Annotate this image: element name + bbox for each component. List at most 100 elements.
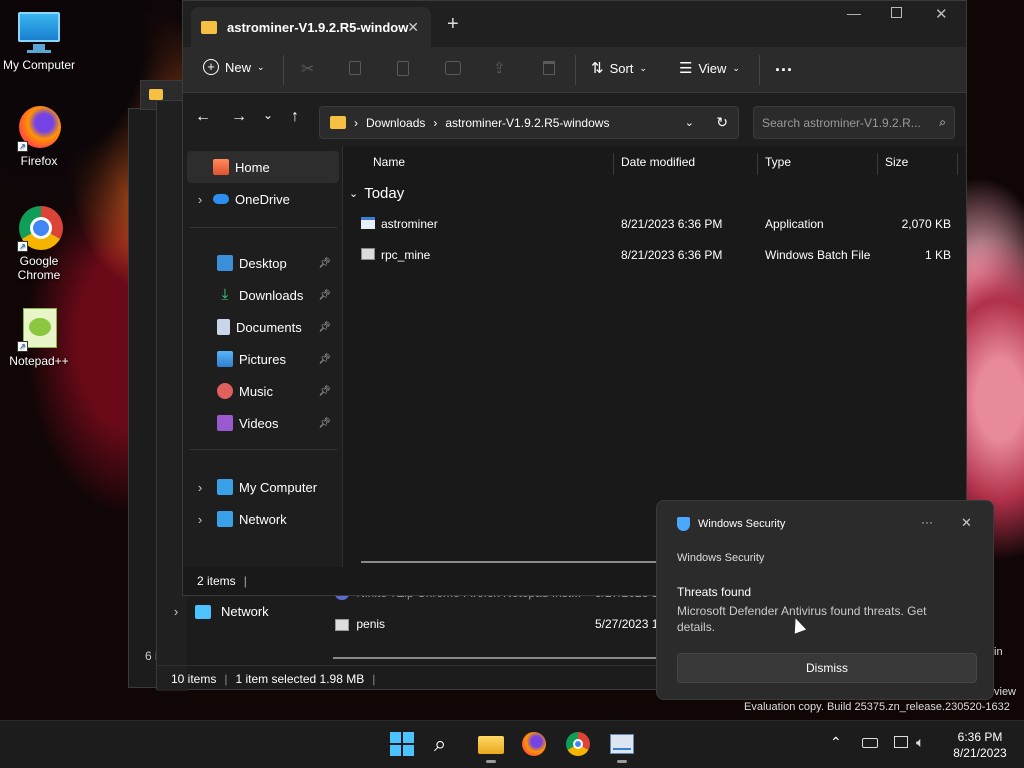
pin-icon[interactable]: 📌︎ xyxy=(318,290,331,301)
firefox-taskbar-icon[interactable] xyxy=(522,732,546,756)
sidebar-item-label: Network xyxy=(221,604,269,619)
file-explorer-taskbar-icon[interactable] xyxy=(478,732,504,763)
minimize-button[interactable]: — xyxy=(847,5,861,21)
address-bar[interactable]: › Downloads › astrominer-V1.9.2.R5-windo… xyxy=(319,106,739,139)
column-header-date-modified[interactable]: Date modified xyxy=(621,147,695,177)
navigation-row: ← → ⌄ ↑ › Downloads › astrominer-V1.9.2.… xyxy=(183,93,966,147)
new-tab-button[interactable]: + xyxy=(447,13,459,36)
view-button[interactable]: ☰ View ⌄ xyxy=(679,59,740,77)
maximize-button[interactable] xyxy=(891,7,902,18)
rename-icon[interactable] xyxy=(445,61,461,75)
pin-icon[interactable]: 📌︎ xyxy=(318,418,331,429)
copy-icon[interactable] xyxy=(349,61,361,75)
sidebar-item-network[interactable]: › Network xyxy=(167,604,269,619)
search-icon[interactable]: ⌕ xyxy=(434,732,458,756)
more-options-button[interactable]: ... xyxy=(775,55,793,76)
security-notification[interactable]: Windows Security ··· ✕ Windows Security … xyxy=(656,500,994,700)
task-manager-taskbar-icon[interactable] xyxy=(610,732,634,763)
horizontal-scrollbar[interactable] xyxy=(361,561,671,563)
show-hidden-icons-chevron[interactable]: ⌃ xyxy=(830,734,842,751)
pictures-icon xyxy=(217,351,233,367)
sidebar-item-onedrive[interactable]: › OneDrive xyxy=(191,183,339,215)
sidebar-item-documents[interactable]: Documents 📌︎ xyxy=(217,311,339,343)
back-arrow-icon[interactable]: ← xyxy=(195,108,211,126)
cut-icon[interactable]: ✂ xyxy=(301,59,314,79)
clock[interactable]: 6:36 PM 8/21/2023 xyxy=(944,729,1016,761)
file-date: 8/21/2023 6:36 PM xyxy=(621,248,723,262)
up-arrow-icon[interactable]: ↑ xyxy=(291,108,299,126)
recent-locations-chevron-icon[interactable]: ⌄ xyxy=(263,108,273,122)
sidebar-item-pictures[interactable]: Pictures 📌︎ xyxy=(217,343,339,375)
notification-close-icon[interactable]: ✕ xyxy=(961,515,972,531)
notification-app-name: Windows Security xyxy=(698,518,786,530)
desktop-icon-notepadpp[interactable]: ↗ Notepad++ xyxy=(1,304,77,368)
sidebar-item-label: Desktop xyxy=(239,255,287,271)
chevron-right-icon[interactable]: › xyxy=(191,512,209,527)
close-tab-icon[interactable]: ✕ xyxy=(407,19,419,36)
computer-icon xyxy=(15,8,63,56)
breadcrumb-chevron-icon: › xyxy=(433,115,438,130)
forward-arrow-icon[interactable]: → xyxy=(231,108,247,126)
desktop-icon-label: Google Chrome xyxy=(17,254,61,282)
desktop-icon-my-computer[interactable]: My Computer xyxy=(1,8,77,72)
pin-icon[interactable]: 📌︎ xyxy=(318,386,331,397)
horizontal-scrollbar[interactable] xyxy=(333,657,663,659)
sidebar-item-music[interactable]: Music 📌︎ xyxy=(217,375,339,407)
desktop-icon-firefox[interactable]: ↗ Firefox xyxy=(1,104,77,168)
notification-more-button[interactable]: ··· xyxy=(921,515,933,529)
new-button[interactable]: + New ⌄ xyxy=(203,59,265,75)
sidebar-item-label: Downloads xyxy=(239,287,304,303)
desktop-icon-label: Notepad++ xyxy=(9,354,69,368)
table-row[interactable]: rpc_mine 8/21/2023 6:36 PM Windows Batch… xyxy=(343,240,963,270)
paste-icon[interactable] xyxy=(397,61,409,76)
delete-icon[interactable] xyxy=(543,61,555,75)
home-icon xyxy=(213,159,229,175)
network-icon xyxy=(195,604,211,619)
dismiss-button[interactable]: Dismiss xyxy=(677,653,977,683)
tab-current[interactable]: astrominer-V1.9.2.R5-window ✕ xyxy=(191,7,431,47)
network-offline-icon[interactable] xyxy=(862,738,878,748)
desktop-icon-label: My Computer xyxy=(2,58,76,72)
folder-icon xyxy=(330,116,346,129)
table-row[interactable]: astrominer 8/21/2023 6:36 PM Application… xyxy=(343,209,963,239)
chevron-right-icon[interactable]: › xyxy=(191,480,209,495)
column-header-type[interactable]: Type xyxy=(765,147,791,177)
column-header-name[interactable]: Name xyxy=(373,147,405,177)
sidebar-item-videos[interactable]: Videos 📌︎ xyxy=(217,407,339,439)
refresh-icon[interactable]: ↻ xyxy=(716,114,728,131)
sidebar-item-home[interactable]: Home xyxy=(187,151,339,183)
sort-icon: ⇅ xyxy=(591,60,604,77)
list-item[interactable]: penis 5/27/2023 1 xyxy=(335,617,675,631)
address-dropdown-icon[interactable]: ⌄ xyxy=(685,116,694,129)
videos-icon xyxy=(217,415,233,431)
close-window-button[interactable]: ✕ xyxy=(935,5,948,23)
folder-icon xyxy=(201,20,217,34)
sidebar-item-network[interactable]: › Network xyxy=(191,503,339,535)
tab-title: astrominer-V1.9.2.R5-window xyxy=(227,19,409,35)
desktop-icon-chrome[interactable]: ↗ Google Chrome xyxy=(1,204,77,282)
chrome-taskbar-icon[interactable] xyxy=(566,732,590,756)
volume-icon[interactable]: 🔈︎ xyxy=(916,734,924,751)
chevron-down-icon: ⌄ xyxy=(732,62,740,73)
sidebar-item-desktop[interactable]: Desktop 📌︎ xyxy=(217,247,339,279)
music-icon xyxy=(217,383,233,399)
sidebar-item-downloads[interactable]: ⤓ Downloads 📌︎ xyxy=(217,279,339,311)
breadcrumb-current-folder[interactable]: astrominer-V1.9.2.R5-windows xyxy=(445,116,609,130)
documents-icon xyxy=(217,319,230,335)
search-input[interactable]: Search astrominer-V1.9.2.R... ⌕ xyxy=(753,106,955,139)
share-icon[interactable]: ⇪ xyxy=(493,59,506,77)
column-header-size[interactable]: Size xyxy=(885,147,908,177)
pin-icon[interactable]: 📌︎ xyxy=(318,354,331,365)
group-header-today[interactable]: ⌄ Today xyxy=(349,185,404,202)
display-icon[interactable] xyxy=(894,736,908,748)
chevron-right-icon[interactable]: › xyxy=(191,192,209,207)
sidebar-item-my-computer[interactable]: › My Computer xyxy=(191,471,339,503)
notification-body[interactable]: Microsoft Defender Antivirus found threa… xyxy=(677,603,967,635)
sort-label: Sort xyxy=(609,60,634,76)
clock-date: 8/21/2023 xyxy=(953,746,1007,760)
sort-button[interactable]: ⇅ Sort ⌄ xyxy=(591,59,647,77)
pin-icon[interactable]: 📌︎ xyxy=(318,258,331,269)
pin-icon[interactable]: 📌︎ xyxy=(318,322,331,333)
start-button[interactable] xyxy=(390,732,414,756)
breadcrumb-downloads[interactable]: Downloads xyxy=(366,116,425,130)
